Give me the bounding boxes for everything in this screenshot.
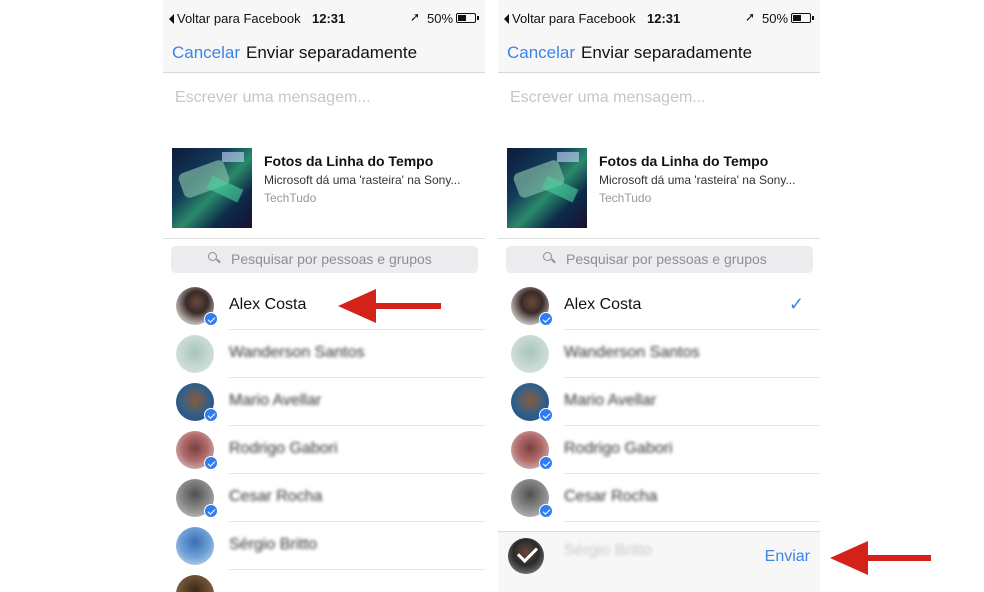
search-icon xyxy=(208,252,221,264)
battery-icon xyxy=(456,13,479,23)
contact-name: Sérgio Britto xyxy=(229,536,318,553)
contact-name: Wanderson Santos xyxy=(229,344,365,361)
messenger-badge-icon xyxy=(539,504,553,518)
message-input[interactable]: Escrever uma mensagem... xyxy=(175,89,371,107)
contact-row[interactable]: Alex Costa ✓ xyxy=(498,282,820,330)
contact-row[interactable] xyxy=(163,570,485,592)
contact-row[interactable]: Cesar Rocha xyxy=(498,474,820,522)
status-bar: Voltar para Facebook 12:31 ➚ 50% xyxy=(163,0,485,34)
contact-name: Mario Avellar xyxy=(229,392,322,409)
clock: 12:31 xyxy=(312,11,346,26)
messenger-badge-icon xyxy=(204,408,218,422)
cancel-button[interactable]: Cancelar xyxy=(507,43,575,63)
checkmark-icon xyxy=(516,541,539,564)
preview-source: TechTudo xyxy=(264,191,317,205)
battery-percent: 50% xyxy=(427,11,454,26)
preview-source: TechTudo xyxy=(599,191,652,205)
search-icon xyxy=(543,252,556,264)
link-preview: Fotos da Linha do Tempo Microsoft dá uma… xyxy=(163,140,485,239)
avatar xyxy=(176,527,214,565)
contact-row[interactable]: Wanderson Santos xyxy=(163,330,485,378)
messenger-badge-icon xyxy=(539,312,553,326)
back-label: Voltar para Facebook xyxy=(512,11,636,26)
preview-thumbnail xyxy=(172,148,252,228)
send-bar: Sérgio Britto Enviar xyxy=(498,531,820,592)
status-bar: Voltar para Facebook 12:31 ➚ 50% xyxy=(498,0,820,34)
contact-name: Rodrigo Gabori xyxy=(564,440,673,457)
preview-title: Fotos da Linha do Tempo xyxy=(599,153,769,169)
page-title: Enviar separadamente xyxy=(246,43,418,62)
messenger-badge-icon xyxy=(204,504,218,518)
preview-subtitle: Microsoft dá uma 'rasteira' na Sony... xyxy=(599,173,796,187)
contact-row[interactable]: Wanderson Santos xyxy=(498,330,820,378)
preview-subtitle: Microsoft dá uma 'rasteira' na Sony... xyxy=(264,173,461,187)
link-preview: Fotos da Linha do Tempo Microsoft dá uma… xyxy=(498,140,820,239)
nav-bar: Cancelar Enviar separadamente xyxy=(498,34,820,73)
messenger-badge-icon xyxy=(539,408,553,422)
location-arrow-icon: ➚ xyxy=(410,10,421,24)
contact-name: Alex Costa xyxy=(564,296,642,313)
contact-row[interactable]: Rodrigo Gabori xyxy=(498,426,820,474)
send-button[interactable]: Enviar xyxy=(765,548,810,566)
back-label: Voltar para Facebook xyxy=(177,11,301,26)
avatar xyxy=(176,575,214,592)
contact-name: Sérgio Britto xyxy=(564,542,653,559)
contact-name: Cesar Rocha xyxy=(229,488,323,505)
message-input[interactable]: Escrever uma mensagem... xyxy=(510,89,706,107)
contact-name: Mario Avellar xyxy=(564,392,657,409)
contact-row[interactable]: Sérgio Britto xyxy=(163,522,485,570)
search-placeholder: Pesquisar por pessoas e grupos xyxy=(566,251,767,267)
back-to-facebook[interactable]: Voltar para Facebook xyxy=(169,11,301,26)
messenger-badge-icon xyxy=(539,456,553,470)
contact-row[interactable]: Cesar Rocha xyxy=(163,474,485,522)
search-placeholder: Pesquisar por pessoas e grupos xyxy=(231,251,432,267)
phone-screen-right: Voltar para Facebook 12:31 ➚ 50% Cancela… xyxy=(498,0,820,592)
selected-recipient-avatar[interactable] xyxy=(508,538,544,574)
contact-name: Wanderson Santos xyxy=(564,344,700,361)
back-to-facebook[interactable]: Voltar para Facebook xyxy=(504,11,636,26)
search-input[interactable]: Pesquisar por pessoas e grupos xyxy=(506,246,813,273)
red-arrow-annotation xyxy=(338,289,441,323)
back-arrow-icon xyxy=(169,13,174,24)
clock: 12:31 xyxy=(647,11,681,26)
battery-icon xyxy=(791,13,814,23)
contact-name: Cesar Rocha xyxy=(564,488,658,505)
contact-row[interactable]: Rodrigo Gabori xyxy=(163,426,485,474)
location-arrow-icon: ➚ xyxy=(745,10,756,24)
contact-name: Alex Costa xyxy=(229,296,307,313)
back-arrow-icon xyxy=(504,13,509,24)
messenger-badge-icon xyxy=(204,456,218,470)
contact-name: Rodrigo Gabori xyxy=(229,440,338,457)
preview-title: Fotos da Linha do Tempo xyxy=(264,153,434,169)
page-title: Enviar separadamente xyxy=(581,43,753,62)
battery-percent: 50% xyxy=(762,11,789,26)
red-arrow-annotation xyxy=(830,541,931,575)
cancel-button[interactable]: Cancelar xyxy=(172,43,240,63)
preview-thumbnail xyxy=(507,148,587,228)
contact-row[interactable]: Mario Avellar xyxy=(163,378,485,426)
messenger-badge-icon xyxy=(204,312,218,326)
nav-bar: Cancelar Enviar separadamente xyxy=(163,34,485,73)
contact-row[interactable]: Mario Avellar xyxy=(498,378,820,426)
avatar xyxy=(176,335,214,373)
search-input[interactable]: Pesquisar por pessoas e grupos xyxy=(171,246,478,273)
checkmark-icon: ✓ xyxy=(788,294,804,314)
avatar xyxy=(511,335,549,373)
